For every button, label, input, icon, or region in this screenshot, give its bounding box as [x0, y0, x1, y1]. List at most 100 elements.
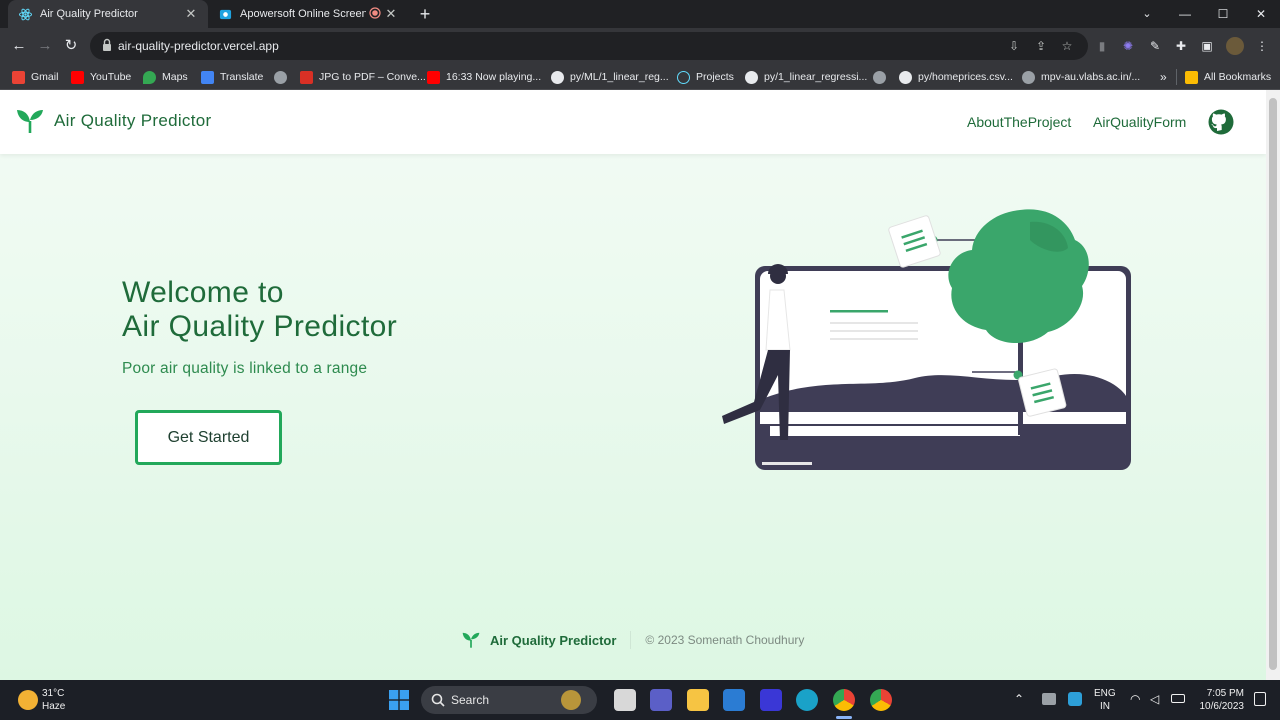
react-icon [18, 7, 32, 21]
profile-avatar[interactable] [1226, 37, 1244, 55]
mail-icon[interactable] [723, 689, 745, 711]
clock-date[interactable]: 10/6/2023 [1192, 701, 1245, 712]
back-arrow-icon[interactable]: ← [10, 37, 28, 55]
eyedropper-icon[interactable]: ✎ [1147, 38, 1163, 54]
site-navbar: Air Quality Predictor AboutTheProject Ai… [0, 90, 1266, 154]
bookmark-gmail[interactable]: Gmail [12, 69, 58, 85]
bookmarks-bar: Gmail YouTube Maps Translate JPG to PDF … [0, 64, 1280, 90]
bookmark-now-playing[interactable]: 16:33 Now playing... [427, 69, 541, 85]
tab-apowersoft[interactable]: Apowersoft Online Screen R ✕ [208, 0, 408, 28]
hero-illustration [722, 209, 1131, 470]
search-label: Search [451, 693, 490, 707]
close-window-button[interactable]: ✕ [1242, 0, 1280, 28]
browser-toolbar: ← → ↻ air-quality-predictor.vercel.app ⇩… [0, 28, 1280, 64]
tab-air-quality-predictor[interactable]: Air Quality Predictor ✕ [8, 0, 208, 28]
bookmark-github-ml[interactable]: py/ML/1_linear_reg... [551, 69, 669, 85]
github-icon [551, 70, 564, 84]
search-highlight-icon [561, 690, 581, 710]
footer-divider [630, 631, 632, 649]
nav-air-quality-form[interactable]: AirQualityForm [1093, 114, 1186, 130]
tab-title: Apowersoft Online Screen R [240, 8, 366, 20]
extension-icon[interactable]: ▮ [1094, 38, 1110, 54]
security-shield-icon[interactable] [1068, 692, 1082, 706]
globe-icon [274, 70, 287, 84]
edge-icon[interactable] [796, 689, 818, 711]
bookmark-jpg-to-pdf[interactable]: JPG to PDF – Conve... [300, 69, 426, 85]
bookmark-projects[interactable]: Projects [677, 69, 734, 85]
bookmark-translate[interactable]: Translate [201, 69, 263, 85]
site-brand-name: Air Quality Predictor [54, 111, 212, 130]
all-bookmarks-button[interactable]: All Bookmarks [1185, 69, 1271, 85]
minimize-button[interactable]: — [1166, 0, 1204, 28]
puzzle-icon[interactable]: ✚ [1173, 38, 1189, 54]
bookmarks-divider [1176, 69, 1177, 85]
bookmark-youtube[interactable]: YouTube [71, 69, 131, 85]
maximize-button[interactable]: ☐ [1204, 0, 1242, 28]
weather-temp[interactable]: 31°C [42, 688, 64, 699]
tab-title: Air Quality Predictor [40, 8, 138, 20]
taskbar-search[interactable]: Search [421, 686, 597, 714]
weather-sun-icon[interactable] [18, 690, 38, 710]
windows-start-icon[interactable] [389, 690, 409, 710]
bookmark-star-icon[interactable]: ☆ [1059, 38, 1075, 54]
extension-icon[interactable]: ✺ [1120, 38, 1136, 54]
sprout-logo-icon [462, 632, 480, 648]
new-tab-button[interactable]: + [416, 4, 434, 24]
hero-title: Welcome to Air Quality Predictor [122, 276, 397, 344]
translate-icon [201, 70, 214, 84]
windows-taskbar: 31°C Haze Search ⌃ ENG IN ◠ ◁ 7:05 PM 10… [0, 680, 1280, 720]
visual-studio-icon[interactable] [760, 689, 782, 711]
bookmark-github-homeprices[interactable]: py/homeprices.csv... [899, 69, 1013, 85]
scrollbar-thumb[interactable] [1269, 98, 1277, 670]
network-drive-icon[interactable] [1042, 693, 1056, 705]
bookmark-github-linear[interactable]: py/1_linear_regressi... [745, 69, 867, 85]
site-footer: Air Quality Predictor © 2023 Somenath Ch… [462, 630, 804, 650]
clock-time[interactable]: 7:05 PM [1200, 688, 1244, 699]
share-icon[interactable]: ⇪ [1033, 38, 1049, 54]
active-app-indicator [836, 716, 852, 719]
youtube-icon [71, 70, 84, 84]
install-app-icon[interactable]: ⇩ [1006, 38, 1022, 54]
folder-icon [1185, 70, 1198, 84]
notification-bell-icon[interactable] [1254, 692, 1266, 706]
close-tab-icon[interactable]: ✕ [184, 6, 198, 22]
chrome-icon[interactable] [870, 689, 892, 711]
chevron-up-icon[interactable]: ⌃ [1014, 692, 1024, 706]
side-panel-icon[interactable]: ▣ [1199, 38, 1215, 54]
forward-arrow-icon[interactable]: → [36, 37, 54, 55]
volume-icon[interactable]: ◁ [1150, 692, 1159, 706]
teams-chat-icon[interactable] [650, 689, 672, 711]
chrome-icon[interactable] [833, 689, 855, 711]
lock-icon [103, 38, 111, 51]
globe-icon [873, 70, 886, 84]
maps-icon [143, 70, 156, 84]
bookmark-vlabs[interactable]: mpv-au.vlabs.ac.in/... [1022, 69, 1140, 85]
pdf-icon [300, 70, 313, 84]
close-tab-icon[interactable]: ✕ [384, 6, 398, 22]
reload-icon[interactable]: ↻ [62, 37, 80, 55]
hero-subtitle: Poor air quality is linked to a range [122, 360, 368, 377]
task-view-icon[interactable] [614, 689, 636, 711]
github-icon[interactable] [1208, 109, 1234, 135]
menu-kebab-icon[interactable]: ⋮ [1254, 38, 1270, 54]
nav-about-the-project[interactable]: AboutTheProject [967, 114, 1071, 130]
address-bar[interactable]: air-quality-predictor.vercel.app ⇩ ⇪ ☆ [90, 32, 1088, 60]
weather-desc[interactable]: Haze [42, 701, 65, 712]
footer-copyright: © 2023 Somenath Choudhury [645, 633, 805, 647]
tab-search-icon[interactable]: ⌄ [1128, 0, 1166, 28]
language-primary[interactable]: ENG [1094, 688, 1116, 699]
bookmarks-overflow-button[interactable]: » [1160, 69, 1167, 85]
hero-title-line2: Air Quality Predictor [122, 310, 398, 343]
bookmark-globe[interactable] [274, 69, 293, 85]
page-scrollbar[interactable] [1266, 90, 1280, 680]
battery-icon[interactable] [1171, 694, 1185, 703]
file-explorer-icon[interactable] [687, 689, 709, 711]
youtube-icon [427, 70, 440, 84]
hero-title-line1: Welcome to [122, 276, 284, 309]
get-started-button[interactable]: Get Started [135, 410, 282, 465]
language-secondary[interactable]: IN [1100, 701, 1110, 712]
bookmark-globe-2[interactable] [873, 69, 892, 85]
bookmark-maps[interactable]: Maps [143, 69, 188, 85]
site-brand[interactable]: Air Quality Predictor [16, 108, 211, 134]
wifi-icon[interactable]: ◠ [1130, 692, 1140, 706]
